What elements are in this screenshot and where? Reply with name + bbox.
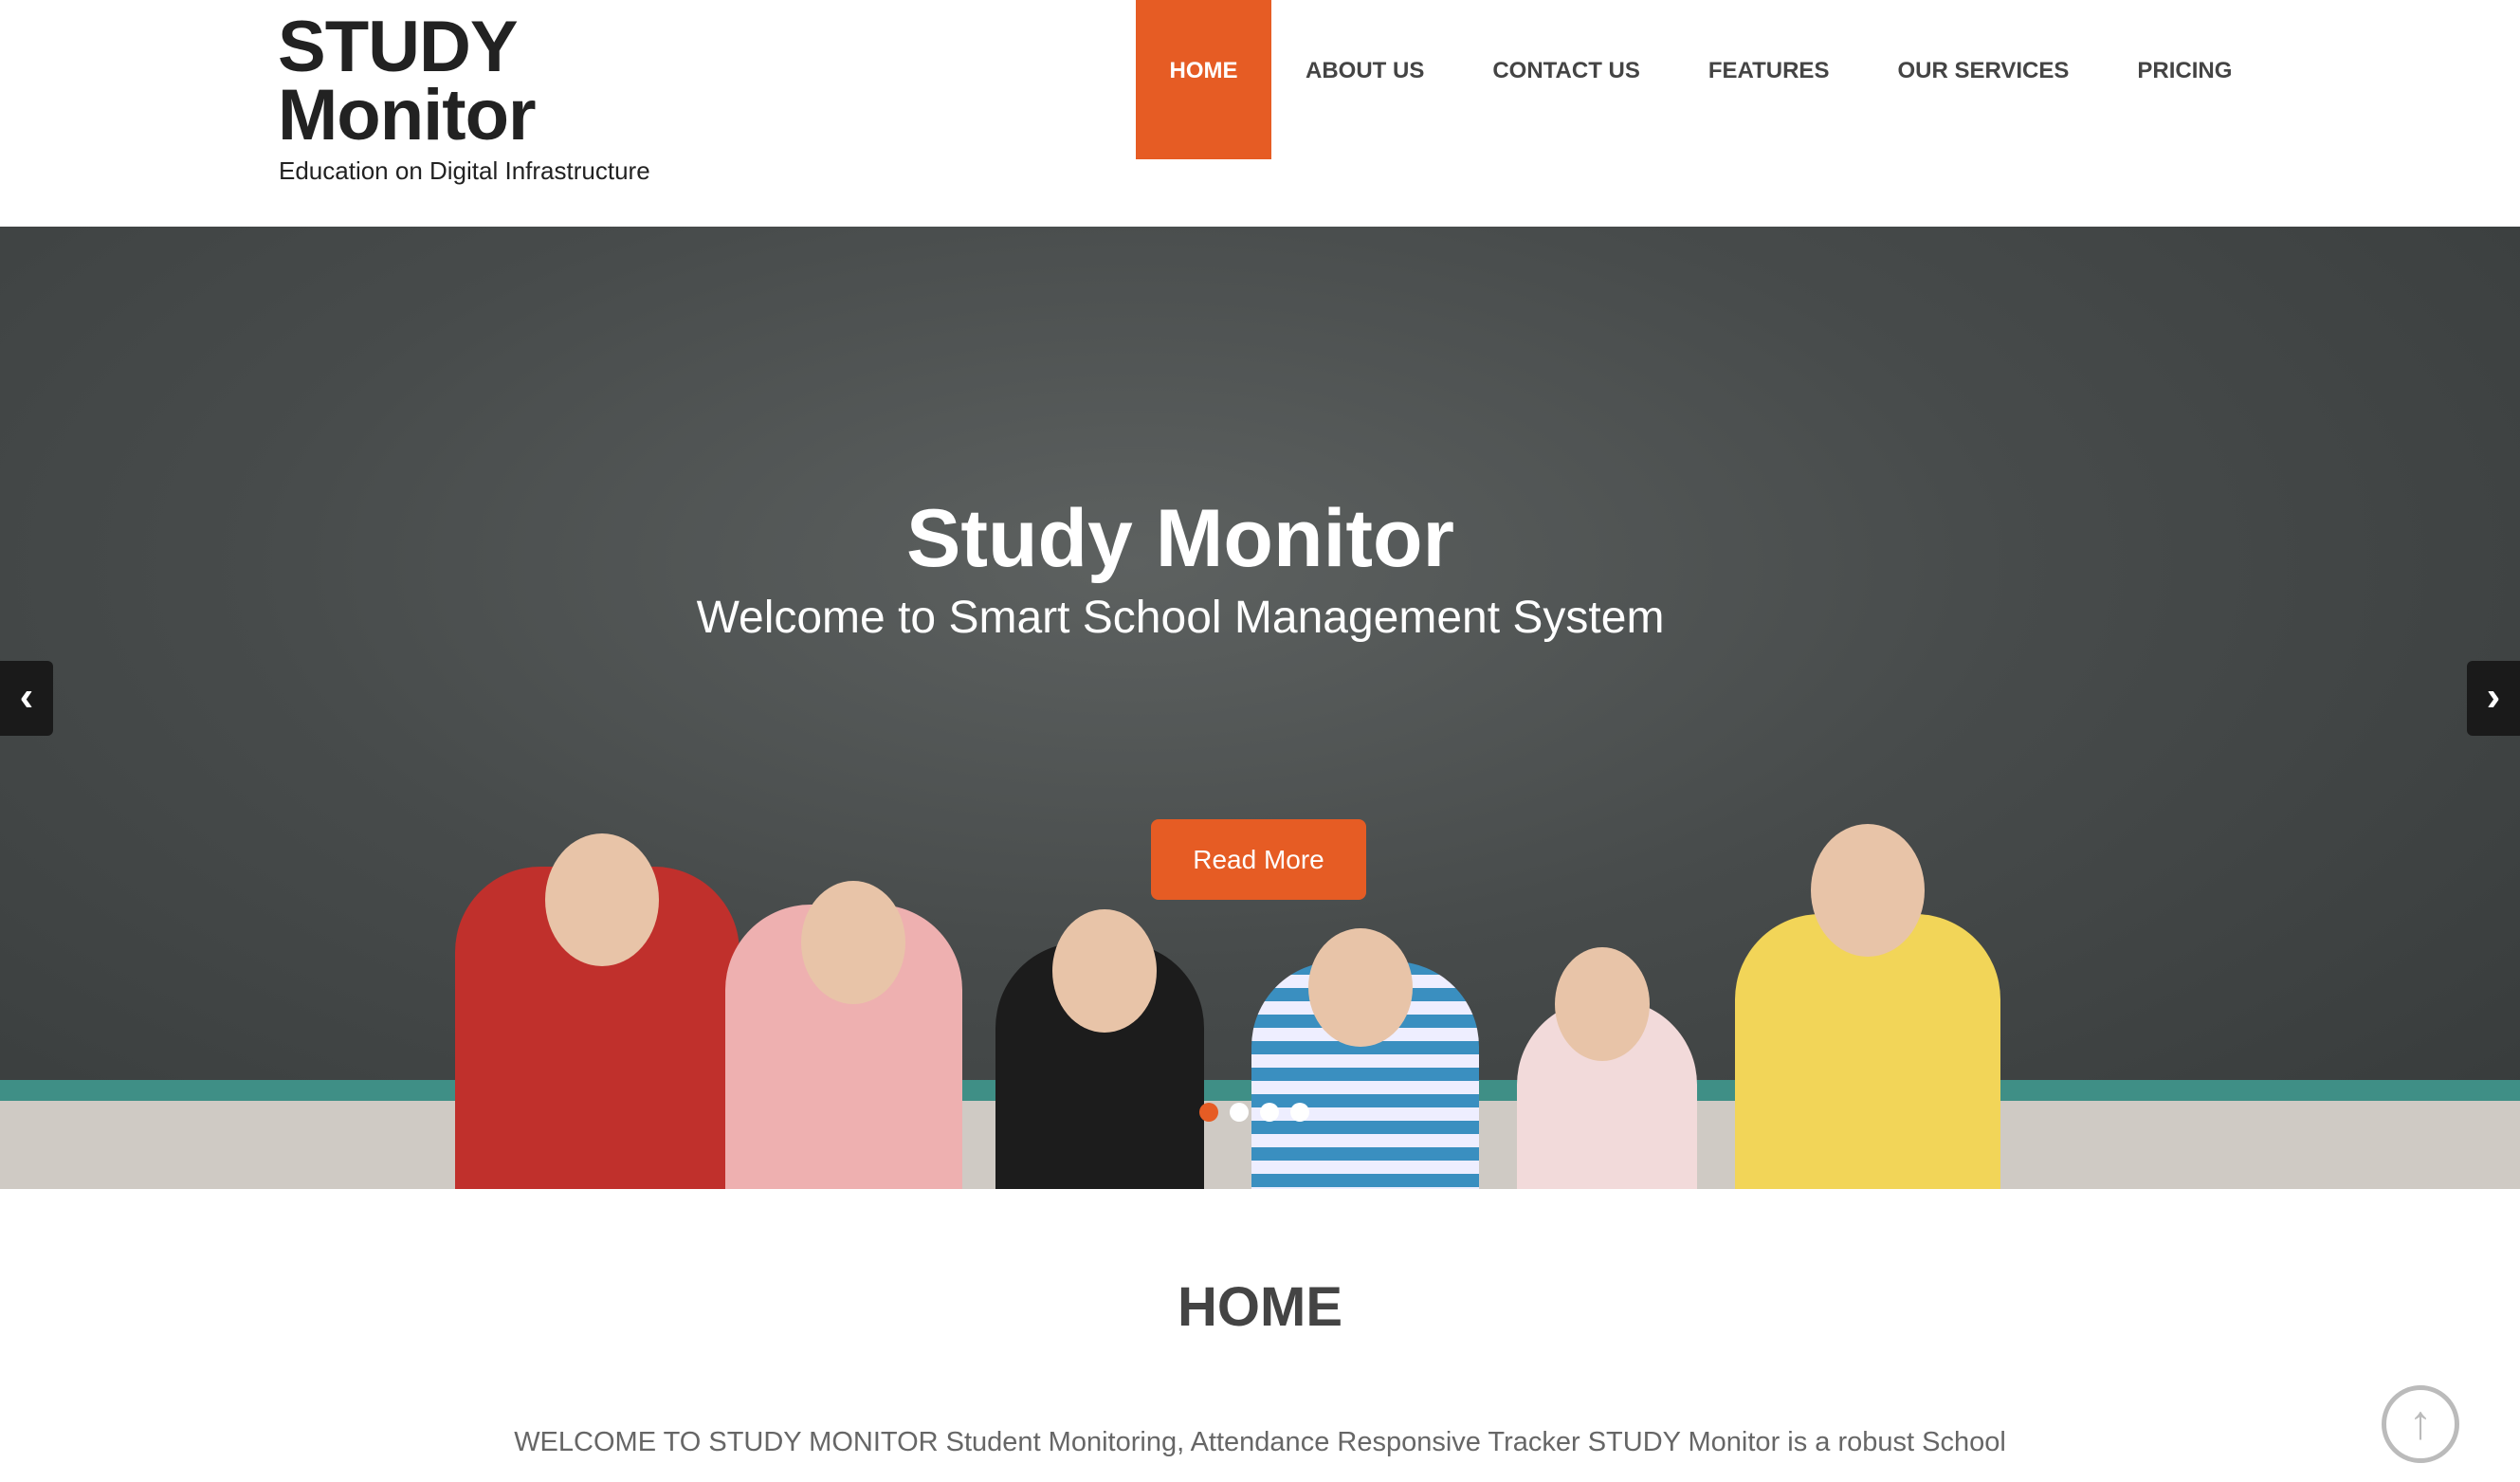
read-more-button[interactable]: Read More — [1151, 819, 1366, 900]
slide-dot-4[interactable] — [1290, 1103, 1309, 1122]
slide-dot-1[interactable] — [1199, 1103, 1218, 1122]
prev-slide-icon[interactable]: ‹ — [0, 661, 53, 736]
hero-subtitle: Welcome to Smart School Management Syste… — [696, 593, 1665, 643]
back-to-top-icon[interactable]: ↑ — [2382, 1385, 2459, 1463]
slide-dot-3[interactable] — [1260, 1103, 1279, 1122]
section-text: WELCOME TO STUDY MONITOR Student Monitor… — [514, 1427, 2006, 1457]
kid-image — [801, 881, 905, 1004]
hero-slider: Study Monitor Welcome to Smart School Ma… — [0, 227, 2520, 1189]
kid-image — [1308, 928, 1413, 1047]
next-slide-icon[interactable]: › — [2467, 661, 2520, 736]
kid-image — [1555, 947, 1650, 1061]
slide-dot-2[interactable] — [1230, 1103, 1249, 1122]
nav-features[interactable]: FEATURES — [1674, 0, 1864, 159]
nav-about-us[interactable]: ABOUT US — [1271, 0, 1458, 159]
slider-dots — [1199, 1103, 1309, 1122]
logo[interactable]: STUDY Monitor — [278, 11, 537, 152]
nav-pricing[interactable]: PRICING — [2103, 0, 2266, 159]
kid-image — [1811, 824, 1925, 957]
main-nav: HOME ABOUT US CONTACT US FEATURES OUR SE… — [1136, 0, 2266, 159]
nav-contact-us[interactable]: CONTACT US — [1458, 0, 1674, 159]
kid-image — [1052, 909, 1157, 1033]
hero-title: Study Monitor — [905, 493, 1455, 584]
nav-our-services[interactable]: OUR SERVICES — [1863, 0, 2103, 159]
section-title: HOME — [1178, 1276, 1342, 1338]
nav-home[interactable]: HOME — [1136, 0, 1271, 159]
tagline: Education on Digital Infrastructure — [279, 156, 650, 185]
kid-image — [545, 833, 659, 966]
site-header: STUDY Monitor Education on Digital Infras… — [0, 0, 2520, 227]
